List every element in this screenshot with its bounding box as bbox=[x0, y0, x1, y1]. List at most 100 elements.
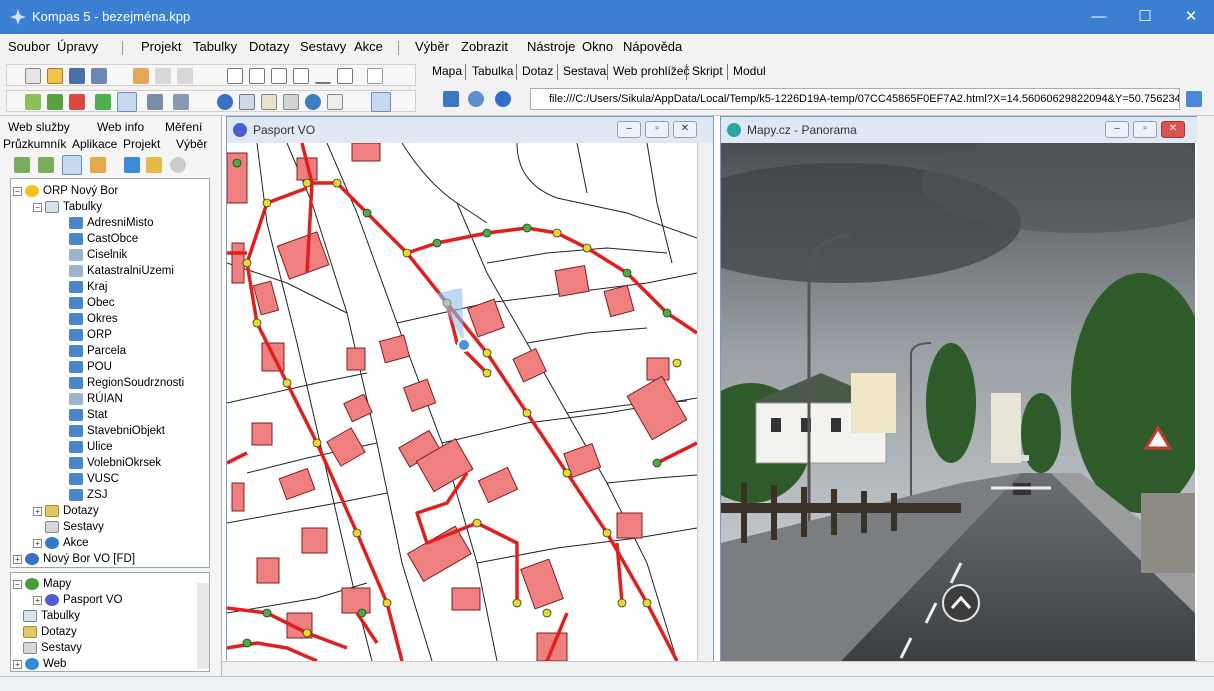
go-arrow-icon[interactable] bbox=[1186, 91, 1202, 107]
tile-grid-icon[interactable] bbox=[293, 68, 309, 84]
minimize-button[interactable]: ‒ bbox=[617, 121, 641, 138]
menu-projekt[interactable]: Projekt bbox=[141, 39, 181, 54]
tree-table-item[interactable]: POU bbox=[69, 359, 112, 375]
menu-akce[interactable]: Akce bbox=[354, 39, 383, 54]
tree-node-tabulky[interactable]: Tabulky bbox=[23, 608, 80, 624]
tree-table-item[interactable]: VolebniOkrsek bbox=[69, 455, 161, 471]
table-add-icon[interactable] bbox=[95, 94, 111, 110]
tab-web-info[interactable]: Web info bbox=[97, 120, 144, 134]
tree-node-akce[interactable]: + Akce bbox=[33, 535, 89, 551]
tree-table-item[interactable]: StavebniObjekt bbox=[69, 423, 165, 439]
tile-horizontal-icon[interactable] bbox=[249, 68, 265, 84]
tab-dotaz[interactable]: Dotaz bbox=[522, 64, 553, 78]
menu-sestavy[interactable]: Sestavy bbox=[300, 39, 346, 54]
open-file-icon[interactable] bbox=[47, 68, 63, 84]
tree-node-sestavy[interactable]: Sestavy bbox=[23, 640, 82, 656]
tree-node-web[interactable]: + Web bbox=[13, 656, 66, 671]
report-icon[interactable] bbox=[283, 94, 299, 110]
collapse-icon[interactable]: − bbox=[13, 579, 22, 589]
save-icon[interactable] bbox=[69, 68, 85, 84]
maximize-button[interactable]: ☐ bbox=[1122, 0, 1168, 34]
expand-icon[interactable]: + bbox=[33, 595, 42, 605]
tree-table-item[interactable]: Okres bbox=[69, 311, 118, 327]
table-delete-icon[interactable] bbox=[69, 94, 85, 110]
tree-node-mapy[interactable]: − Mapy bbox=[13, 576, 71, 592]
menu-zobrazit[interactable]: Zobrazit bbox=[461, 39, 508, 54]
tree-node-dotazy[interactable]: Dotazy bbox=[23, 624, 77, 640]
expand-icon[interactable]: + bbox=[33, 538, 42, 548]
table-join-icon[interactable] bbox=[173, 94, 189, 110]
tree-table-item[interactable]: Obec bbox=[69, 295, 115, 311]
tree-table-item[interactable]: KatastralniUzemi bbox=[69, 263, 174, 279]
tab-web-prohlizec[interactable]: Web prohlížeč bbox=[613, 64, 689, 78]
tab-vyber[interactable]: Výběr bbox=[176, 137, 207, 151]
tree-table-item[interactable]: Parcela bbox=[69, 343, 126, 359]
expand-icon[interactable]: + bbox=[13, 659, 22, 669]
tile-vertical-icon[interactable] bbox=[271, 68, 287, 84]
redo-icon[interactable] bbox=[177, 68, 193, 84]
close-button[interactable]: ✕ bbox=[1168, 0, 1214, 34]
collapse-icon[interactable]: − bbox=[13, 186, 22, 196]
tree-node-tabulky[interactable]: − Tabulky bbox=[33, 199, 102, 215]
query-icon[interactable] bbox=[261, 94, 277, 110]
menu-vyber[interactable]: Výběr bbox=[415, 39, 449, 54]
split-icon[interactable] bbox=[367, 68, 383, 84]
address-input[interactable]: file:///C:/Users/Sikula/AppData/Local/Te… bbox=[530, 88, 1180, 110]
tree-table-item[interactable]: ORP bbox=[69, 327, 112, 343]
tree-node-pasport[interactable]: + Pasport VO bbox=[33, 592, 122, 608]
map-canvas[interactable] bbox=[227, 143, 697, 661]
save-all-icon[interactable] bbox=[91, 68, 107, 84]
home-icon[interactable] bbox=[443, 91, 459, 107]
table-green-icon[interactable] bbox=[47, 94, 63, 110]
close-button[interactable]: ✕ bbox=[1161, 121, 1185, 138]
tree-table-item[interactable]: Ulice bbox=[69, 439, 113, 455]
tree-node-sestavy[interactable]: Sestavy bbox=[45, 519, 104, 535]
tree-add-icon[interactable] bbox=[146, 157, 162, 173]
tree-scrollbar[interactable] bbox=[197, 583, 209, 669]
tree-table-item[interactable]: Ciselnik bbox=[69, 247, 127, 263]
tab-pruzkumnik[interactable]: Průzkumník bbox=[3, 137, 66, 151]
menu-dotazy[interactable]: Dotazy bbox=[249, 39, 289, 54]
filter-icon[interactable] bbox=[25, 94, 41, 110]
tree-table-item[interactable]: VUSC bbox=[69, 471, 119, 487]
expand-icon[interactable]: + bbox=[13, 554, 22, 564]
tab-modul[interactable]: Modul bbox=[733, 64, 766, 78]
maximize-button[interactable]: ▫ bbox=[645, 121, 669, 138]
module-icon[interactable] bbox=[371, 92, 391, 112]
tree-node-root[interactable]: − ORP Nový Bor bbox=[13, 183, 118, 199]
menu-tabulky[interactable]: Tabulky bbox=[193, 39, 237, 54]
menu-napoveda[interactable]: Nápověda bbox=[623, 39, 682, 54]
pan-icon[interactable] bbox=[133, 68, 149, 84]
tab-sestava[interactable]: Sestava bbox=[563, 64, 606, 78]
tab-aplikace[interactable]: Aplikace bbox=[72, 137, 117, 151]
settings-icon[interactable] bbox=[468, 91, 484, 107]
tree-remove-icon[interactable] bbox=[170, 157, 186, 173]
tree-table-item[interactable]: AdresniMisto bbox=[69, 215, 153, 231]
tree-table-item[interactable]: Stat bbox=[69, 407, 107, 423]
panorama-forward-icon[interactable] bbox=[942, 584, 980, 622]
minimize-button[interactable]: ‒ bbox=[1105, 121, 1129, 138]
tab-mapa[interactable]: Mapa bbox=[432, 64, 462, 78]
tab-mereni[interactable]: Měření bbox=[165, 120, 202, 134]
restore-icon[interactable] bbox=[337, 68, 353, 84]
tree-link-icon[interactable] bbox=[90, 157, 106, 173]
tree-node-dotazy[interactable]: + Dotazy bbox=[33, 503, 99, 519]
globe-icon[interactable] bbox=[217, 94, 233, 110]
undo-icon[interactable] bbox=[155, 68, 171, 84]
layer-icon[interactable] bbox=[239, 94, 255, 110]
script-icon[interactable] bbox=[327, 94, 343, 110]
new-file-icon[interactable] bbox=[25, 68, 41, 84]
tree-table-item[interactable]: Kraj bbox=[69, 279, 107, 295]
main-horizontal-scrollbar[interactable] bbox=[222, 661, 1214, 676]
tree-table-item[interactable]: ZSJ bbox=[69, 487, 107, 503]
maximize-button[interactable]: ▫ bbox=[1133, 121, 1157, 138]
cascade-icon[interactable] bbox=[227, 68, 243, 84]
tree-collapse-icon[interactable] bbox=[38, 157, 54, 173]
tab-skript[interactable]: Skript bbox=[692, 64, 723, 78]
action-icon[interactable] bbox=[305, 94, 321, 110]
map-vertical-scrollbar[interactable] bbox=[697, 143, 713, 661]
tree-table-item[interactable]: RÚIAN bbox=[69, 391, 123, 407]
panorama-view[interactable] bbox=[721, 143, 1195, 661]
location-marker-icon[interactable] bbox=[457, 338, 471, 352]
tab-projekt[interactable]: Projekt bbox=[123, 137, 160, 151]
